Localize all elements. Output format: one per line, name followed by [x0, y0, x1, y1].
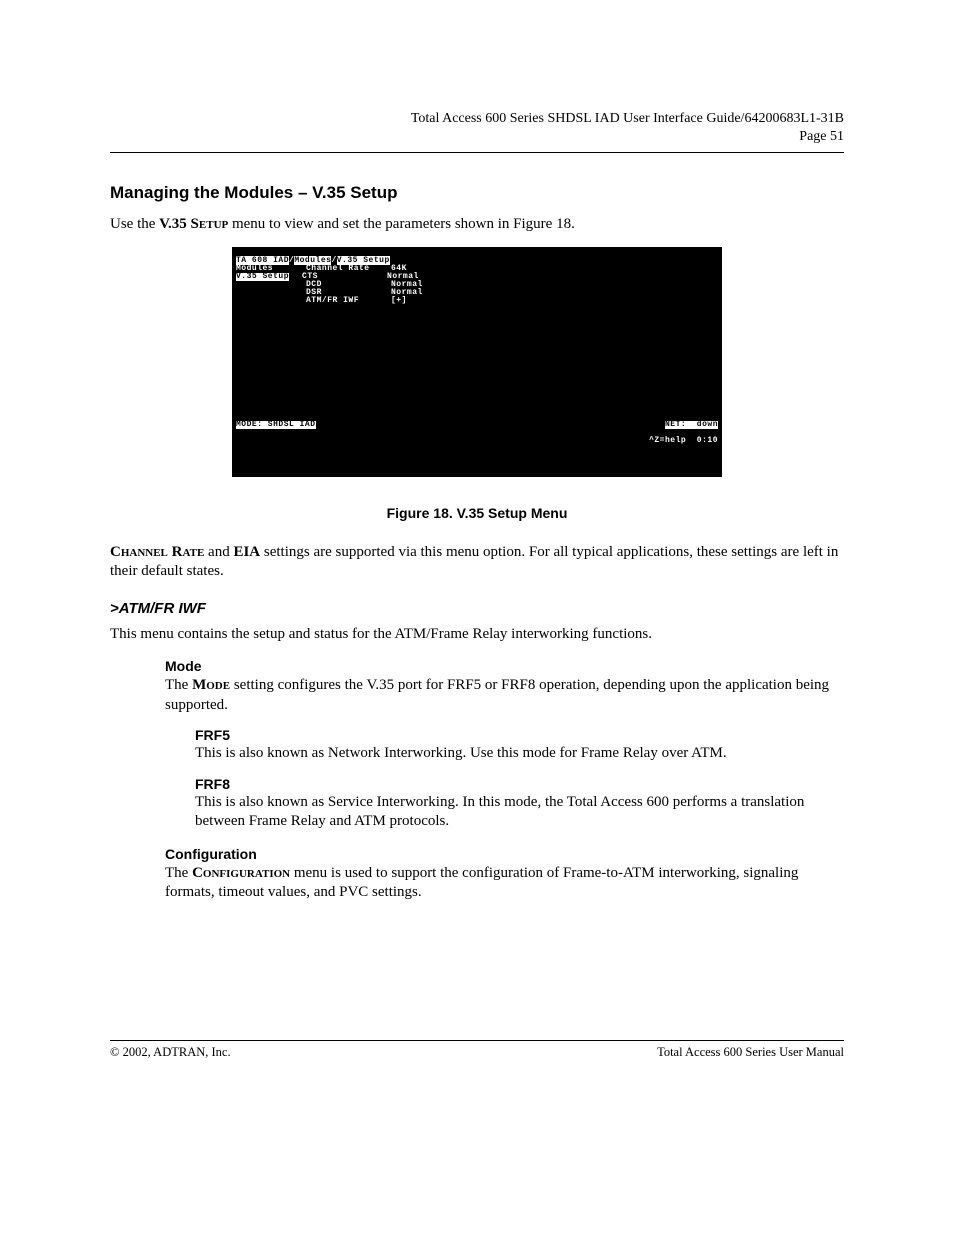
page: Total Access 600 Series SHDSL IAD User I…	[0, 0, 954, 1100]
frf5-body: This is also known as Network Interworki…	[195, 744, 844, 764]
frf5-block: FRF5 This is also known as Network Inter…	[195, 727, 844, 832]
frf8-heading: FRF8	[195, 776, 844, 792]
channel-rate-paragraph: Channel Rate and EIA settings are suppor…	[110, 543, 844, 582]
configuration-body: The Configuration menu is used to suppor…	[165, 864, 844, 903]
terminal-screen: TA 608 IAD/Modules/V.35 Setup ModulesCha…	[232, 247, 722, 477]
configuration-heading: Configuration	[165, 846, 844, 862]
header-rule	[110, 152, 844, 153]
footer-left: © 2002, ADTRAN, Inc.	[110, 1045, 231, 1060]
doc-title: Total Access 600 Series SHDSL IAD User I…	[110, 110, 844, 128]
intro-paragraph: Use the V.35 Setup menu to view and set …	[110, 215, 844, 235]
page-footer: © 2002, ADTRAN, Inc. Total Access 600 Se…	[110, 1040, 844, 1060]
figure-caption: Figure 18. V.35 Setup Menu	[110, 505, 844, 521]
page-number: Page 51	[110, 128, 844, 146]
mode-body: The Mode setting configures the V.35 por…	[165, 676, 844, 715]
mode-block: Mode The Mode setting configures the V.3…	[165, 658, 844, 903]
section-title: Managing the Modules – V.35 Setup	[110, 183, 844, 203]
atmfr-intro: This menu contains the setup and status …	[110, 625, 844, 645]
footer-right: Total Access 600 Series User Manual	[657, 1045, 844, 1060]
frf8-body: This is also known as Service Interworki…	[195, 793, 844, 832]
term-status: MODE: SHDSL IADNET: down ^Z=help 0:10	[236, 413, 718, 453]
menu-name: V.35 Setup	[159, 216, 228, 232]
frf5-heading: FRF5	[195, 727, 844, 743]
term-row: ATM/FR IWF[+]	[236, 296, 407, 305]
mode-heading: Mode	[165, 658, 844, 674]
footer-rule	[110, 1040, 844, 1041]
page-header: Total Access 600 Series SHDSL IAD User I…	[110, 110, 844, 146]
terminal-figure: TA 608 IAD/Modules/V.35 Setup ModulesCha…	[232, 247, 722, 477]
atmfr-heading: >ATM/FR IWF	[110, 600, 844, 617]
